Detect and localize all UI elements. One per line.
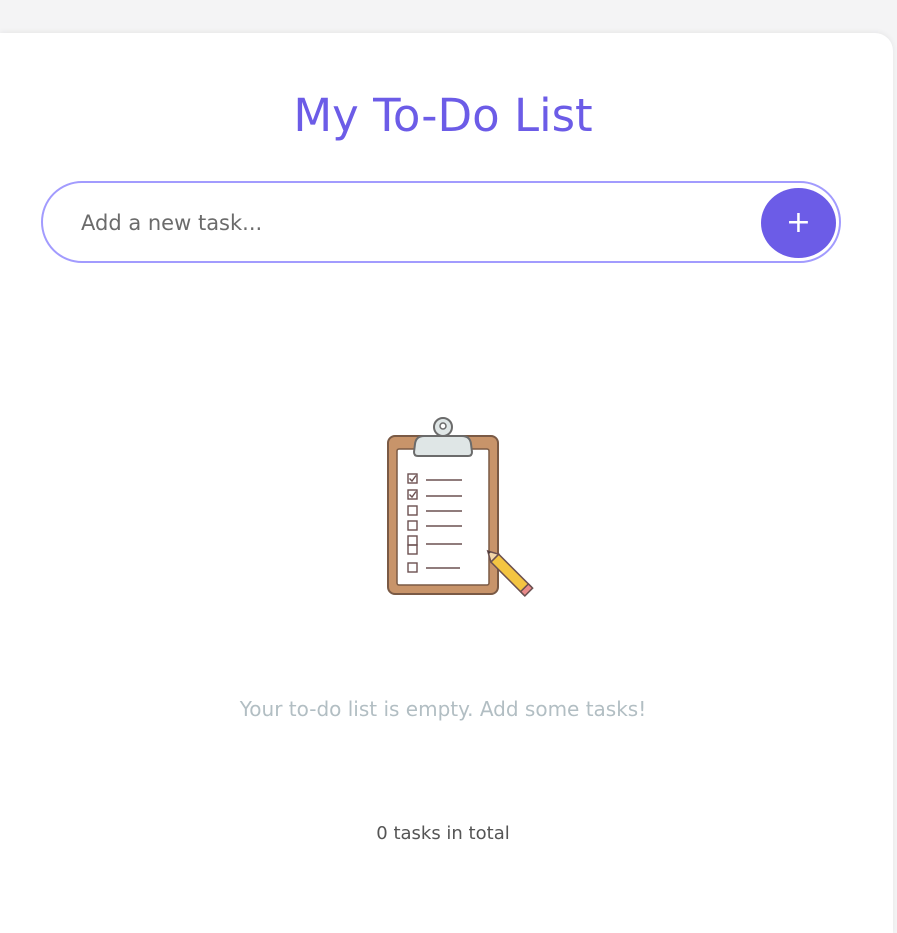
page-title: My To-Do List [293,89,593,142]
clipboard-checklist-icon [387,417,534,597]
task-count: 0 tasks in total [376,823,510,844]
empty-state-message: Your to-do list is empty. Add some tasks… [239,697,647,721]
add-task-button[interactable]: + [761,188,836,258]
task-input[interactable] [79,203,743,243]
add-task-form: + [41,181,841,263]
